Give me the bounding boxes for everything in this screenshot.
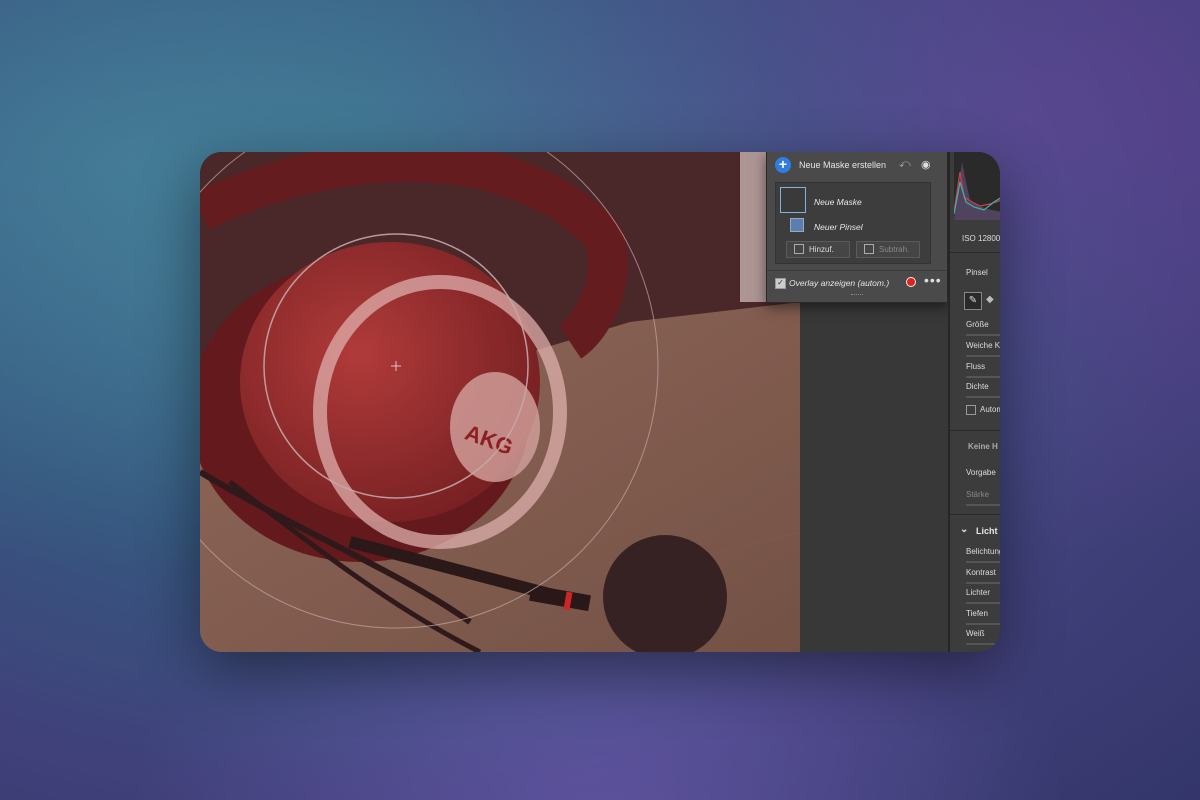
more-icon[interactable]: ••• [924,272,942,288]
contrast-label: Kontrast [966,568,996,577]
iso-readout: ISO 12800 [962,234,1000,243]
mask-popup: + Neue Maske erstellen ⤺ ◉ Neue Maske Ne… [766,152,948,303]
exposure-slider[interactable] [966,561,1000,563]
tool-label: Pinsel [966,268,988,277]
strength-label: Stärke [966,490,990,499]
brush-component-name[interactable]: Neuer Pinsel [814,222,863,232]
paintbrush-icon[interactable]: ✎ [964,292,982,310]
histogram [953,152,1000,220]
section-light[interactable]: Licht [976,526,998,536]
overlay-checkbox[interactable]: ✓ [775,278,786,289]
shadows-label: Tiefen [966,609,988,618]
resize-grip[interactable] [851,294,863,298]
overlay-label: Overlay anzeigen (autom.) [789,278,890,288]
mask-name[interactable]: Neue Maske [814,197,862,207]
subtract-button[interactable]: Subtrah. [856,241,920,258]
size-slider[interactable] [966,334,1000,336]
contrast-slider[interactable] [966,582,1000,584]
reset-icon[interactable]: ⤺ [899,158,911,171]
flow-label: Fluss [966,362,986,371]
preset-header: Keine H [968,442,998,451]
feather-slider[interactable] [966,355,1000,357]
whites-label: Weiß [966,629,985,638]
side-area [800,302,948,652]
mask-list: Neue Maske Neuer Pinsel Hinzuf. Subtrah. [775,182,931,264]
divider [950,252,1000,253]
chevron-down-icon[interactable]: ⌄ [960,524,968,535]
plus-icon[interactable]: + [775,157,791,173]
histogram-graph [953,162,1000,220]
automask-label: Autom [980,405,1000,414]
photo-canvas[interactable]: AKG [200,152,800,652]
eye-icon[interactable]: ◉ [921,158,931,171]
divider [950,430,1000,431]
mask-thumbnail[interactable] [780,187,806,213]
subtract-mask-icon [864,244,874,254]
size-label: Größe [966,320,989,329]
flow-slider[interactable] [966,376,1000,378]
add-button[interactable]: Hinzuf. [786,241,850,258]
whites-slider[interactable] [966,643,1000,645]
preset-label[interactable]: Vorgabe [966,468,996,477]
add-button-label: Hinzuf. [809,245,834,254]
shadows-slider[interactable] [966,623,1000,625]
photo-illustration: AKG [200,152,800,652]
editor-window: AKG + Neue Maske erstellen ⤺ ◉ Neue Mask… [200,152,1000,652]
strength-slider[interactable] [966,504,1000,506]
brush-icon[interactable] [790,218,804,232]
exposure-label: Belichtung [966,547,1000,556]
highlights-slider[interactable] [966,602,1000,604]
eraser-icon[interactable]: ◆ [986,294,994,305]
mask-popup-header: + Neue Maske erstellen ⤺ ◉ [767,152,947,180]
feather-label: Weiche Ka [966,341,1000,350]
overlay-color-swatch[interactable] [906,277,916,287]
add-mask-icon [794,244,804,254]
density-slider[interactable] [966,396,1000,398]
create-mask-label[interactable]: Neue Maske erstellen [799,160,886,170]
highlights-label: Lichter [966,588,991,597]
subtract-button-label: Subtrah. [879,245,910,254]
divider [950,514,1000,515]
overlay-row: ✓ Overlay anzeigen (autom.) ••• [767,270,947,297]
right-panel: ISO 12800 Pinsel ✎ ◆ Größe Weiche Ka Flu… [948,152,1000,652]
automask-checkbox[interactable] [966,405,976,415]
density-label: Dichte [966,382,989,391]
